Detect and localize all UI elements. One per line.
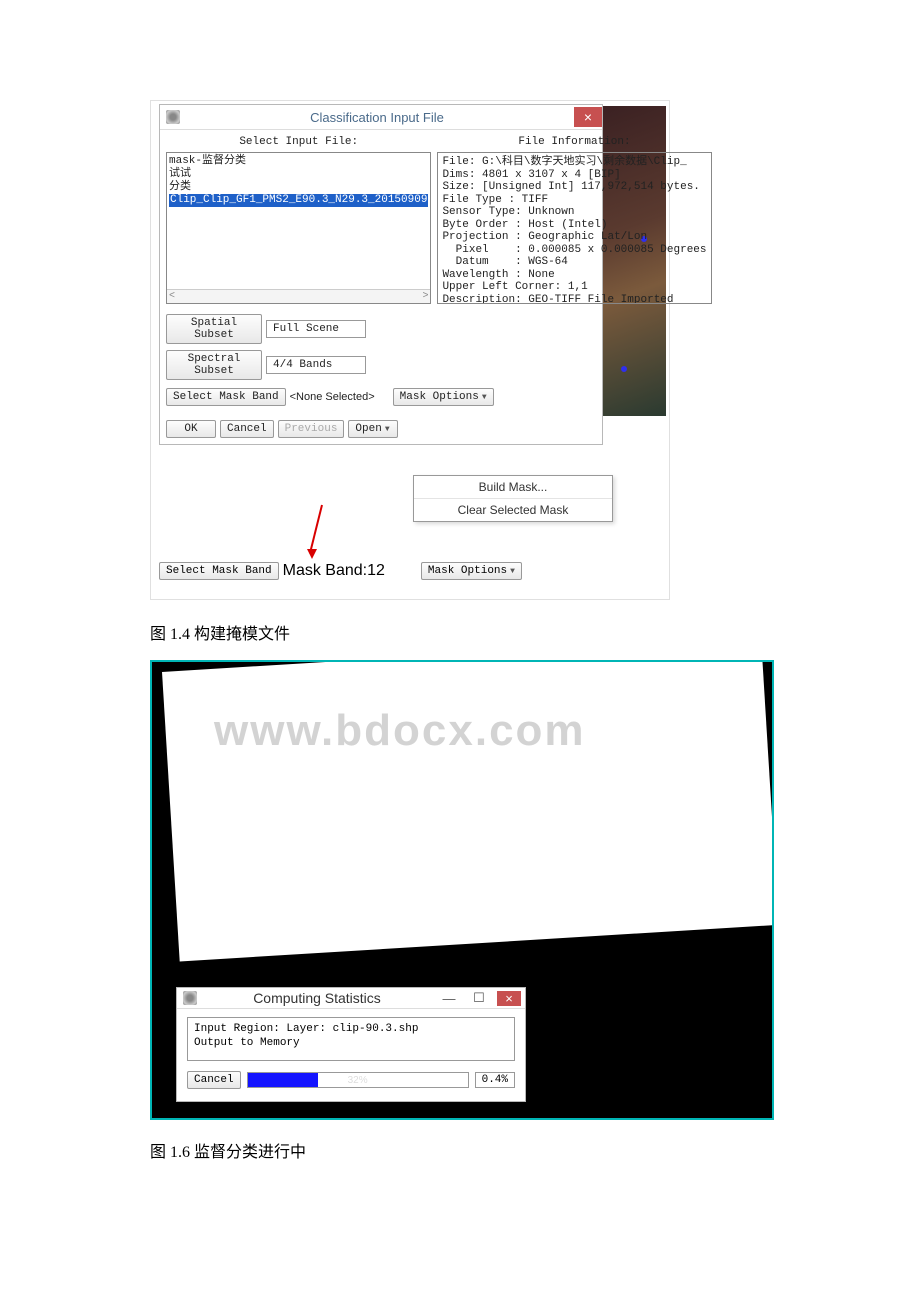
mask-options-label: Mask Options — [428, 565, 507, 577]
mask-options-label: Mask Options — [400, 391, 479, 403]
dialog-body: Select Input File: mask-监督分类 试试 分类 Clip_… — [160, 130, 602, 308]
list-item[interactable]: 试试 — [169, 168, 428, 181]
spatial-subset-value: Full Scene — [266, 320, 366, 338]
select-mask-band-button[interactable]: Select Mask Band — [166, 388, 286, 406]
spectral-subset-row: Spectral Subset 4/4 Bands — [166, 350, 602, 380]
open-label: Open — [355, 423, 381, 435]
progress-pct: 0.4% — [475, 1072, 515, 1088]
ok-button[interactable]: OK — [166, 420, 216, 438]
progress-inner-pct: 32% — [248, 1073, 468, 1087]
select-mask-band-button[interactable]: Select Mask Band — [159, 562, 279, 580]
close-icon[interactable]: × — [497, 991, 521, 1006]
stats-titlebar: Computing Statistics — ☐ × — [177, 988, 525, 1009]
mask-row: Select Mask Band <None Selected> Mask Op… — [160, 388, 602, 412]
input-file-list[interactable]: mask-监督分类 试试 分类 Clip_Clip_GF1_PMS2_E90.3… — [166, 152, 431, 304]
dialog-title: Classification Input File — [180, 110, 574, 125]
progress-bar: 32% — [247, 1072, 469, 1088]
dialog-titlebar: Classification Input File × — [160, 105, 602, 130]
computing-statistics-dialog: Computing Statistics — ☐ × Input Region:… — [176, 987, 526, 1102]
progress-row: Cancel 32% 0.4% — [187, 1071, 515, 1089]
figure-1-6: www.bdocx.com Computing Statistics — ☐ ×… — [150, 660, 774, 1120]
mask-options-popup: Build Mask... Clear Selected Mask — [413, 475, 613, 522]
mask-band-value: <None Selected> — [290, 391, 375, 403]
classification-dialog: Classification Input File × Select Input… — [159, 104, 603, 445]
stats-text: Input Region: Layer: clip-90.3.shp Outpu… — [187, 1017, 515, 1061]
figure-caption-2: 图 1.6 监督分类进行中 — [150, 1138, 780, 1162]
spectral-subset-button[interactable]: Spectral Subset — [166, 350, 262, 380]
list-item[interactable]: mask-监督分类 — [169, 155, 428, 168]
figure-1-4: Classification Input File × Select Input… — [150, 100, 670, 600]
dialog-button-row: OK Cancel Previous Open ▼ — [166, 420, 596, 438]
envi-icon — [183, 991, 197, 1005]
mask-options-button[interactable]: Mask Options ▼ — [393, 388, 494, 406]
spatial-subset-row: Spatial Subset Full Scene — [166, 314, 602, 344]
mask-options-button[interactable]: Mask Options ▼ — [421, 562, 522, 580]
open-button[interactable]: Open ▼ — [348, 420, 398, 438]
list-item-selected[interactable]: Clip_Clip_GF1_PMS2_E90.3_N29.3_20150909 — [169, 194, 428, 207]
clear-mask-item[interactable]: Clear Selected Mask — [414, 499, 612, 521]
close-icon[interactable]: × — [574, 107, 602, 127]
previous-button: Previous — [278, 420, 345, 438]
chevron-down-icon: ▼ — [385, 425, 390, 434]
window-controls: — ☐ × — [437, 990, 525, 1006]
watermark: www.bdocx.com — [214, 706, 586, 756]
cancel-button[interactable]: Cancel — [220, 420, 274, 438]
select-input-label: Select Input File: — [166, 136, 431, 148]
spatial-subset-button[interactable]: Spatial Subset — [166, 314, 262, 344]
build-mask-item[interactable]: Build Mask... — [414, 476, 612, 499]
cancel-button[interactable]: Cancel — [187, 1071, 241, 1089]
file-info-label: File Information: — [437, 136, 711, 148]
stats-title: Computing Statistics — [197, 990, 437, 1006]
figure-caption-1: 图 1.4 构建掩模文件 — [150, 620, 780, 644]
list-item[interactable]: 分类 — [169, 181, 428, 194]
chevron-down-icon: ▼ — [510, 567, 515, 576]
maximize-icon[interactable]: ☐ — [467, 990, 491, 1006]
red-arrow — [309, 505, 323, 554]
left-column: Select Input File: mask-监督分类 试试 分类 Clip_… — [166, 134, 431, 304]
right-column: File Information: File: G:\科目\数字天地实习\剩余数… — [437, 134, 711, 304]
mask-band-value: Mask Band:12 — [283, 562, 385, 580]
bottom-mask-row: Select Mask Band Mask Band:12 Mask Optio… — [159, 562, 522, 580]
h-scrollbar[interactable]: <> — [167, 289, 430, 303]
stats-body: Input Region: Layer: clip-90.3.shp Outpu… — [177, 1009, 525, 1101]
minimize-icon[interactable]: — — [437, 991, 461, 1006]
file-info-panel: File: G:\科目\数字天地实习\剩余数据\Clip_ Dims: 4801… — [437, 152, 711, 304]
red-arrow-head — [307, 549, 317, 559]
chevron-down-icon: ▼ — [482, 393, 487, 402]
spectral-subset-value: 4/4 Bands — [266, 356, 366, 374]
envi-icon — [166, 110, 180, 124]
